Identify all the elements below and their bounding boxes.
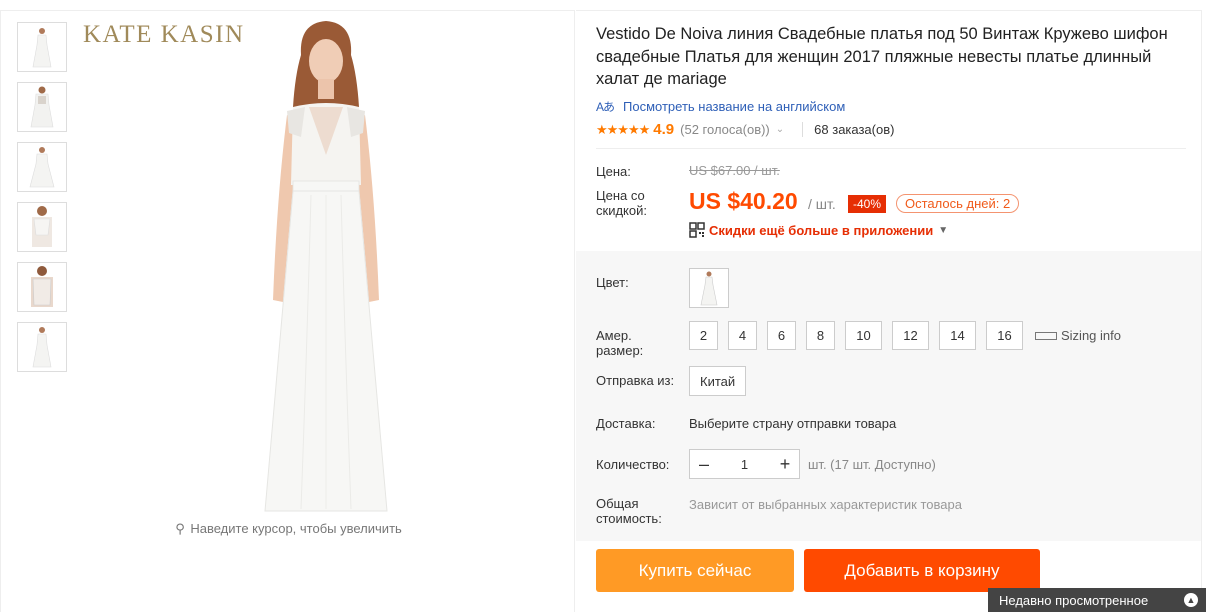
- recently-viewed-bar[interactable]: Недавно просмотренное ▲: [988, 588, 1206, 612]
- size-option-10[interactable]: 10: [845, 321, 882, 350]
- divider: [596, 148, 1186, 149]
- ship-from-label: Отправка из:: [596, 373, 675, 388]
- size-option-14[interactable]: 14: [939, 321, 976, 350]
- ship-from-option[interactable]: Китай: [689, 366, 747, 396]
- delivery-label: Доставка:: [596, 416, 656, 431]
- total-note: Зависит от выбранных характеристик товар…: [689, 497, 962, 512]
- app-deal-link[interactable]: Скидки ещё больше в приложении ▼: [689, 222, 948, 238]
- product-main-image[interactable]: [201, 15, 451, 515]
- zoom-hint-text: Наведите курсор, чтобы увеличить: [190, 521, 402, 536]
- size-option-4[interactable]: 4: [728, 321, 757, 350]
- chevron-up-icon: ▲: [1184, 593, 1198, 607]
- days-left-badge: Осталось дней: 2: [896, 194, 1020, 213]
- decrease-button[interactable]: –: [690, 450, 718, 478]
- size-option-12[interactable]: 12: [892, 321, 929, 350]
- total-label: Общая стоимость:: [596, 496, 662, 526]
- caret-down-icon: ▼: [938, 224, 949, 236]
- translate-link[interactable]: Aあ Посмотреть название на английском: [596, 98, 845, 115]
- discount-price: US $40.20: [689, 188, 798, 214]
- quantity-label: Количество:: [596, 457, 670, 472]
- thumbnail-list: [17, 22, 67, 382]
- price-label: Цена:: [596, 164, 631, 179]
- old-price: US $67.00 / шт.: [689, 163, 780, 178]
- quantity-stepper: – 1 +: [689, 449, 800, 479]
- divider: [802, 122, 804, 137]
- orders-count: 68 заказа(ов): [814, 122, 895, 137]
- thumbnail-5[interactable]: [17, 262, 67, 312]
- quantity-input[interactable]: 1: [718, 457, 771, 472]
- magnifier-icon: ⚲: [175, 521, 185, 536]
- app-deal-text: Скидки ещё больше в приложении: [709, 222, 934, 238]
- quantity-available: шт. (17 шт. Доступно): [808, 457, 936, 472]
- product-title: Vestido De Noiva линия Свадебные платья …: [596, 25, 1168, 88]
- thumbnail-1[interactable]: [17, 22, 67, 72]
- chevron-down-icon[interactable]: ⌄: [776, 124, 784, 135]
- image-gallery: KATE KASIN ⚲ Наведите курсор, чтобы увел…: [0, 10, 575, 612]
- qr-code-icon: [689, 222, 705, 238]
- sizing-info-text: Sizing info: [1061, 328, 1121, 343]
- size-option-6[interactable]: 6: [767, 321, 796, 350]
- discount-price-label: Цена со скидкой:: [596, 188, 647, 218]
- size-option-2[interactable]: 2: [689, 321, 718, 350]
- buy-now-button[interactable]: Купить сейчас: [596, 549, 794, 592]
- votes-count[interactable]: (52 голоса(ов)): [680, 122, 770, 137]
- rating-row: ★★★★★ 4.9 (52 голоса(ов)) ⌄ 68 заказа(ов…: [596, 121, 894, 138]
- size-selector: 2 4 6 8 10 12 14 16 Sizing info: [689, 321, 1121, 350]
- thumbnail-6[interactable]: [17, 322, 67, 372]
- color-label: Цвет:: [596, 275, 629, 290]
- rating-stars-icon: ★★★★★: [596, 121, 650, 137]
- translate-icon: Aあ: [596, 100, 615, 114]
- translate-link-text: Посмотреть название на английском: [623, 99, 846, 114]
- thumbnail-3[interactable]: [17, 142, 67, 192]
- size-label: Амер. размер:: [596, 328, 644, 358]
- sizing-info-link[interactable]: Sizing info: [1035, 328, 1121, 343]
- price-unit: / шт.: [808, 196, 836, 212]
- add-to-cart-button[interactable]: Добавить в корзину: [804, 549, 1040, 592]
- discount-badge: -40%: [848, 195, 887, 213]
- size-option-8[interactable]: 8: [806, 321, 835, 350]
- ruler-icon: [1035, 331, 1057, 340]
- rating-score: 4.9: [653, 121, 675, 138]
- product-info-panel: Vestido De Noiva линия Свадебные платья …: [576, 10, 1202, 612]
- color-swatch-white[interactable]: [689, 268, 729, 308]
- thumbnail-4[interactable]: [17, 202, 67, 252]
- zoom-hint: ⚲ Наведите курсор, чтобы увеличить: [1, 521, 576, 537]
- thumbnail-2[interactable]: [17, 82, 67, 132]
- recently-viewed-label: Недавно просмотренное: [999, 592, 1149, 608]
- increase-button[interactable]: +: [771, 450, 799, 478]
- size-option-16[interactable]: 16: [986, 321, 1023, 350]
- delivery-value[interactable]: Выберите страну отправки товара: [689, 416, 896, 431]
- dress-thumbnail-icon: [700, 271, 718, 306]
